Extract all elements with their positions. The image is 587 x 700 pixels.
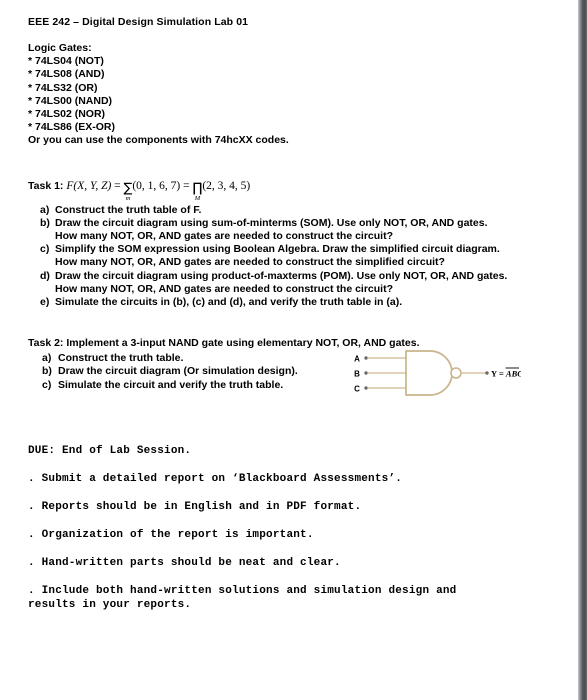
logic-gates-list: * 74LS04 (NOT) * 74LS08 (AND) * 74LS32 (… xyxy=(28,55,578,134)
item-line: Draw the circuit diagram using product-o… xyxy=(55,269,508,282)
item-marker: e) xyxy=(40,296,50,309)
due-item: . Submit a detailed report on ‘Blackboar… xyxy=(28,472,403,485)
gate-output-label: Y = ABC xyxy=(491,369,521,379)
list-item: d) Draw the circuit diagram using produc… xyxy=(28,270,578,296)
list-item: c) Simplify the SOM expression using Boo… xyxy=(28,243,578,269)
item-marker: b) xyxy=(40,216,50,229)
gate-output-expression: ABC xyxy=(505,369,521,379)
gate-input-label-c: C xyxy=(354,385,360,394)
summation-operator: ∑ m xyxy=(123,180,133,202)
task-1-heading: Task 1: F(X, Y, Z) = ∑ m (0, 1, 6, 7) = ∏ M… xyxy=(28,179,578,202)
item-marker: a) xyxy=(40,203,50,216)
item-line: How many NOT, OR, AND gates are needed t… xyxy=(55,282,394,295)
due-heading: DUE: End of Lab Session. xyxy=(28,444,192,457)
due-section: DUE: End of Lab Session. . Submit a deta… xyxy=(28,444,578,612)
list-item: * 74LS00 (NAND) xyxy=(28,94,113,107)
task-2-block: Task 2: Implement a 3-input NAND gate us… xyxy=(28,336,578,397)
list-item: * 74LS32 (OR) xyxy=(28,81,98,94)
item-marker: b) xyxy=(42,365,52,378)
logic-gates-note: Or you can use the components with 74hcX… xyxy=(28,134,289,147)
formula-sum-terms: (0, 1, 6, 7) xyxy=(132,179,181,192)
gate-input-label-b: B xyxy=(354,370,360,379)
page-title: EEE 242 – Digital Design Simulation Lab … xyxy=(28,16,249,28)
due-item: . Hand-written parts should be neat and … xyxy=(28,556,341,569)
task-1-formula: F(X, Y, Z) = ∑ m (0, 1, 6, 7) = ∏ M (2, 3, 4… xyxy=(66,179,251,202)
logic-gates-label: Logic Gates: xyxy=(28,42,92,54)
due-item: . Include both hand-written solutions an… xyxy=(28,584,457,611)
list-item: * 74LS04 (NOT) xyxy=(28,55,104,68)
item-line: Simulate the circuits in (b), (c) and (d… xyxy=(55,296,403,309)
item-marker: c) xyxy=(40,243,50,256)
list-item: e) Simulate the circuits in (b), (c) and… xyxy=(28,296,578,309)
formula-product-terms: (2, 3, 4, 5) xyxy=(202,179,251,192)
gate-input-label-a: A xyxy=(354,355,360,364)
nand-gate-figure: A B C Y = ABC xyxy=(346,348,521,400)
list-item: a) Construct the truth table of F. xyxy=(28,204,578,217)
due-item: . Organization of the report is importan… xyxy=(28,528,314,541)
item-line: Simplify the SOM expression using Boolea… xyxy=(55,243,500,256)
item-marker: d) xyxy=(40,269,50,282)
task-1-items: a) Construct the truth table of F. b) Dr… xyxy=(28,204,578,310)
pi-icon: ∏ xyxy=(192,180,203,196)
list-item: * 74LS02 (NOR) xyxy=(28,108,106,121)
document-page: EEE 242 – Digital Design Simulation Lab … xyxy=(0,0,578,700)
pi-subscript: M xyxy=(194,194,201,202)
item-marker: c) xyxy=(42,378,52,391)
page-edge-scrollbar[interactable] xyxy=(578,0,587,700)
formula-equals-1: = xyxy=(114,179,121,192)
item-line: How many NOT, OR, AND gates are needed t… xyxy=(55,256,445,269)
product-operator: ∏ M xyxy=(192,180,203,202)
task-1-label: Task 1: xyxy=(28,179,64,192)
item-line: Draw the circuit diagram using sum-of-mi… xyxy=(55,216,488,229)
formula-function: F(X, Y, Z) xyxy=(66,179,112,192)
item-line: How many NOT, OR, AND gates are needed t… xyxy=(55,230,394,243)
list-item: * 74LS86 (EX-OR) xyxy=(28,121,115,134)
item-line: Construct the truth table of F. xyxy=(55,203,202,216)
sigma-subscript: m xyxy=(125,194,131,202)
list-item: b) Draw the circuit diagram using sum-of… xyxy=(28,217,578,243)
task-1-block: Task 1: F(X, Y, Z) = ∑ m (0, 1, 6, 7) = ∏ M… xyxy=(28,179,578,310)
item-marker: a) xyxy=(42,352,52,365)
sigma-icon: ∑ xyxy=(123,180,133,196)
gate-output-prefix: Y = xyxy=(491,369,506,379)
list-item: * 74LS08 (AND) xyxy=(28,68,105,81)
due-item: . Reports should be in English and in PD… xyxy=(28,500,362,513)
formula-equals-2: = xyxy=(183,179,190,192)
task-2-label: Task 2: xyxy=(28,337,64,350)
